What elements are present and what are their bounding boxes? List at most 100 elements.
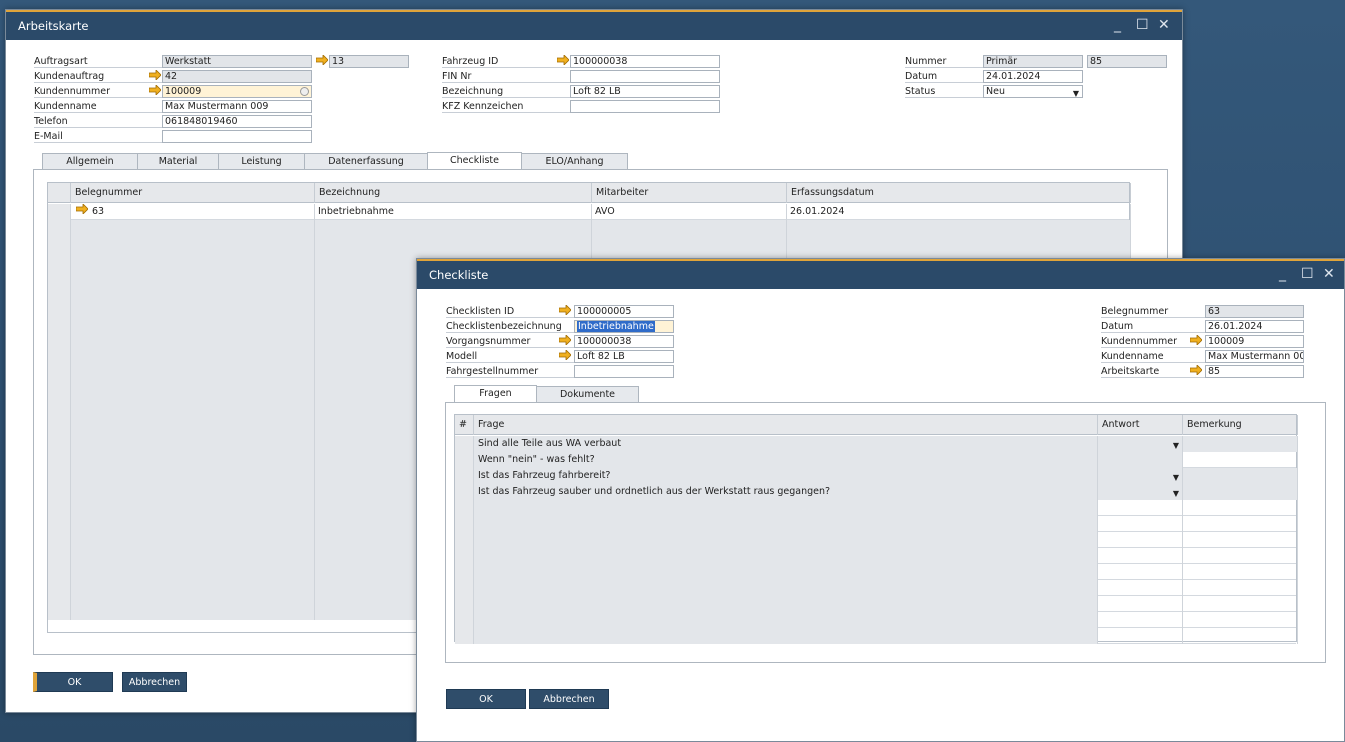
antwort-cell[interactable]: [1098, 452, 1183, 468]
table-cell[interactable]: Inbetriebnahme: [315, 204, 592, 220]
link-arrow-icon[interactable]: [559, 335, 571, 345]
maximize-icon[interactable]: ☐: [1301, 266, 1314, 282]
bemerkung-cell[interactable]: [1183, 532, 1298, 548]
table-row[interactable]: [455, 564, 1298, 580]
link-arrow-icon[interactable]: [149, 70, 161, 80]
fahrgestellnummer-field[interactable]: [574, 365, 674, 378]
table-row[interactable]: [455, 580, 1298, 596]
table-cell[interactable]: [787, 236, 1131, 252]
table-row[interactable]: [455, 532, 1298, 548]
bemerkung-cell[interactable]: [1183, 612, 1298, 628]
table-cell[interactable]: [71, 396, 315, 412]
table-cell[interactable]: [71, 316, 315, 332]
antwort-cell[interactable]: [1098, 596, 1183, 612]
link-arrow-icon[interactable]: [1190, 335, 1202, 345]
datum-field[interactable]: 24.01.2024: [983, 70, 1083, 83]
table-cell[interactable]: [71, 380, 315, 396]
table-cell[interactable]: [71, 236, 315, 252]
antwort-cell[interactable]: [1098, 548, 1183, 564]
table-cell[interactable]: [592, 236, 787, 252]
antwort-cell[interactable]: [1098, 532, 1183, 548]
email-field[interactable]: [162, 130, 312, 143]
frage-cell[interactable]: Sind alle Teile aus WA verbaut: [474, 436, 1098, 452]
frage-cell[interactable]: [474, 580, 1098, 596]
fin-field[interactable]: [570, 70, 720, 83]
telefon-field[interactable]: 061848019460: [162, 115, 312, 128]
bemerkung-cell[interactable]: [1183, 548, 1298, 564]
link-arrow-icon[interactable]: [1190, 365, 1202, 375]
minimize-icon[interactable]: _: [1279, 266, 1286, 282]
auftragsart-field[interactable]: Werkstatt: [162, 55, 312, 68]
choose-from-list-icon[interactable]: [300, 87, 309, 96]
modell-field[interactable]: Loft 82 LB: [574, 350, 674, 363]
link-arrow-icon[interactable]: [149, 85, 161, 95]
link-arrow-icon[interactable]: [559, 305, 571, 315]
table-cell[interactable]: [71, 332, 315, 348]
table-cell[interactable]: [71, 460, 315, 476]
bemerkung-cell[interactable]: [1183, 628, 1298, 644]
table-cell[interactable]: [71, 492, 315, 508]
table-cell[interactable]: [71, 300, 315, 316]
chevron-down-icon[interactable]: ▼: [1173, 486, 1179, 500]
kundennummer-field[interactable]: 100009: [162, 85, 312, 98]
tab-material[interactable]: Material: [137, 153, 219, 170]
grid-header-bezeichnung[interactable]: Bezeichnung: [315, 183, 592, 203]
frage-cell[interactable]: Ist das Fahrzeug fahrbereit?: [474, 468, 1098, 484]
table-cell[interactable]: [71, 572, 315, 588]
nummer-serie-field[interactable]: Primär: [983, 55, 1083, 68]
table-cell[interactable]: [592, 220, 787, 236]
tab-allgemein[interactable]: Allgemein: [42, 153, 138, 170]
link-arrow-icon[interactable]: [559, 350, 571, 360]
bezeichnung-field[interactable]: Loft 82 LB: [570, 85, 720, 98]
bemerkung-cell[interactable]: [1183, 580, 1298, 596]
frage-cell[interactable]: [474, 532, 1098, 548]
grid-header-rownum[interactable]: #: [455, 415, 474, 435]
antwort-cell[interactable]: [1098, 580, 1183, 596]
tab-leistung[interactable]: Leistung: [218, 153, 305, 170]
table-row[interactable]: [455, 596, 1298, 612]
bemerkung-cell[interactable]: [1183, 516, 1298, 532]
tab-dokumente[interactable]: Dokumente: [536, 386, 639, 403]
table-cell[interactable]: [71, 268, 315, 284]
table-cell[interactable]: [71, 524, 315, 540]
link-arrow-icon[interactable]: [316, 55, 328, 65]
ok-button[interactable]: OK: [446, 689, 526, 709]
table-cell[interactable]: [71, 348, 315, 364]
antwort-cell[interactable]: ▼: [1098, 484, 1183, 500]
table-row[interactable]: Wenn "nein" - was fehlt?: [455, 452, 1298, 468]
grid-header-mitarbeiter[interactable]: Mitarbeiter: [592, 183, 787, 203]
cancel-button[interactable]: Abbrechen: [529, 689, 609, 709]
checklistenbezeichnung-field[interactable]: Inbetriebnahme: [574, 320, 674, 333]
kfz-field[interactable]: [570, 100, 720, 113]
antwort-cell[interactable]: [1098, 564, 1183, 580]
table-row[interactable]: Ist das Fahrzeug sauber und ordnetlich a…: [455, 484, 1298, 500]
antwort-cell[interactable]: [1098, 612, 1183, 628]
table-row[interactable]: Ist das Fahrzeug fahrbereit? ▼: [455, 468, 1298, 484]
table-row[interactable]: [48, 236, 1131, 252]
table-row[interactable]: [455, 628, 1298, 644]
table-row[interactable]: [455, 516, 1298, 532]
table-cell[interactable]: [71, 428, 315, 444]
chevron-down-icon[interactable]: ▼: [1173, 438, 1179, 452]
bemerkung-cell[interactable]: [1183, 564, 1298, 580]
table-cell[interactable]: 63: [71, 204, 315, 220]
bemerkung-cell[interactable]: [1183, 484, 1298, 500]
chevron-down-icon[interactable]: ▼: [1173, 470, 1179, 484]
bemerkung-cell[interactable]: [1183, 436, 1298, 452]
frage-cell[interactable]: [474, 596, 1098, 612]
frage-cell[interactable]: [474, 612, 1098, 628]
table-cell[interactable]: [71, 364, 315, 380]
maximize-icon[interactable]: ☐: [1136, 17, 1149, 33]
kundennummer-field[interactable]: 100009: [1205, 335, 1304, 348]
cancel-button[interactable]: Abbrechen: [122, 672, 187, 692]
table-cell[interactable]: [315, 220, 592, 236]
kundenauftrag-field[interactable]: 42: [162, 70, 312, 83]
kundenname-field[interactable]: Max Mustermann 009: [162, 100, 312, 113]
fahrzeug-id-field[interactable]: 100000038: [570, 55, 720, 68]
table-row[interactable]: [455, 500, 1298, 516]
table-cell[interactable]: [71, 252, 315, 268]
tab-checkliste[interactable]: Checkliste: [427, 152, 522, 170]
tab-datenerfassung[interactable]: Datenerfassung: [304, 153, 428, 170]
frage-cell[interactable]: [474, 548, 1098, 564]
table-cell[interactable]: [71, 476, 315, 492]
